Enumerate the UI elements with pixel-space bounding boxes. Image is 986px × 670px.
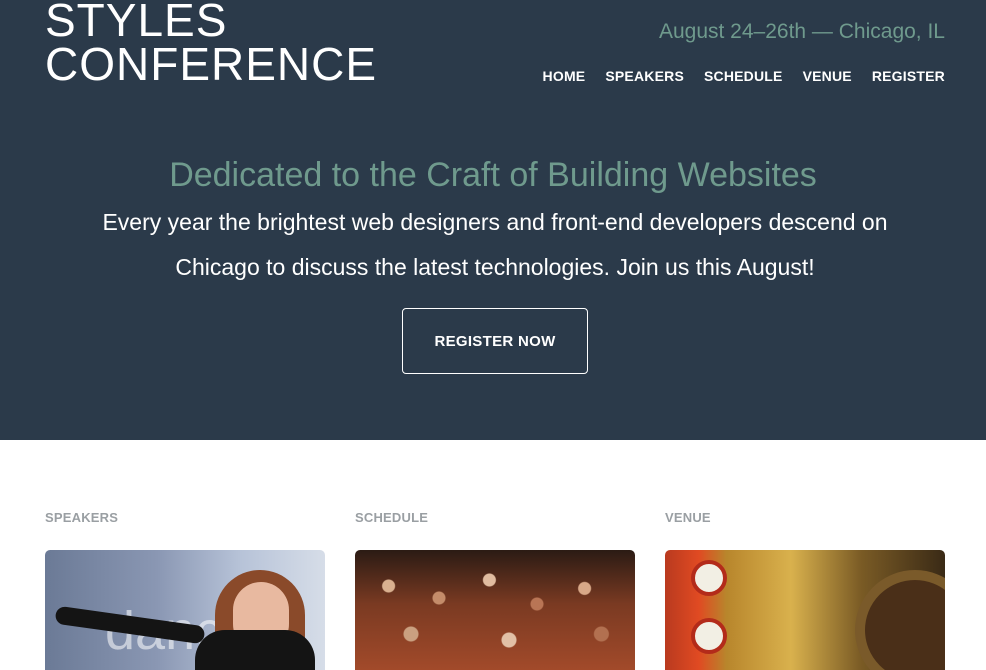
nav-speakers[interactable]: SPEAKERS xyxy=(605,68,684,84)
speakers-photo[interactable]: dance xyxy=(45,550,325,670)
hero-title: Dedicated to the Craft of Building Websi… xyxy=(169,156,817,194)
site-logo[interactable]: STYLES CONFERENCE xyxy=(45,0,378,90)
venue-photo[interactable] xyxy=(665,550,945,670)
section-label-schedule: SCHEDULE xyxy=(355,510,429,525)
nav-schedule[interactable]: SCHEDULE xyxy=(704,68,783,84)
section-label-venue: VENUE xyxy=(665,510,711,525)
logo-line-2: CONFERENCE xyxy=(45,38,378,90)
logo-line-1: STYLES xyxy=(45,0,228,46)
hero-description: Every year the brightest web designers a… xyxy=(102,209,888,280)
photo-venue-sign-disc xyxy=(691,560,727,596)
register-now-button[interactable]: REGISTER NOW xyxy=(402,308,588,374)
schedule-photo[interactable] xyxy=(355,550,635,670)
photo-venue-arch xyxy=(855,570,945,670)
event-tagline: August 24–26th — Chicago, IL xyxy=(658,20,945,43)
photo-speaker-body xyxy=(195,630,315,670)
main-nav: HOME SPEAKERS SCHEDULE VENUE REGISTER xyxy=(543,68,945,84)
hero-header: STYLES CONFERENCE August 24–26th — Chica… xyxy=(0,0,986,440)
photo-venue-sign-disc xyxy=(691,618,727,654)
section-label-speakers: SPEAKERS xyxy=(45,510,119,525)
nav-register[interactable]: REGISTER xyxy=(872,68,945,84)
nav-venue[interactable]: VENUE xyxy=(803,68,852,84)
nav-home[interactable]: HOME xyxy=(543,68,586,84)
